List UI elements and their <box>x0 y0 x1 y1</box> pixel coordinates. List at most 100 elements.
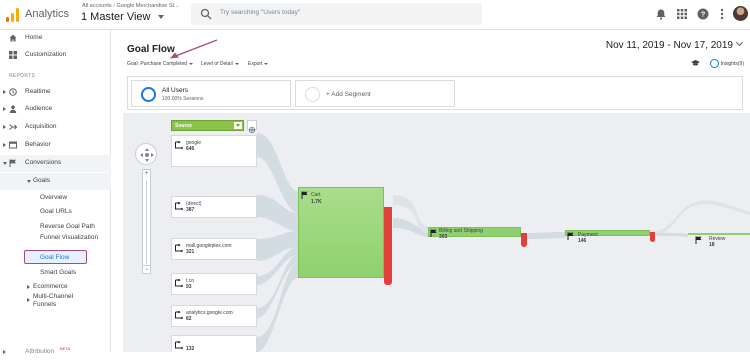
sidebar-item-behavior[interactable]: Behavior <box>0 137 111 154</box>
sidebar-item-smart-goals[interactable]: Smart Goals <box>0 266 111 280</box>
level-of-detail-menu[interactable]: Level of Detail <box>201 61 239 67</box>
sidebar-item-label: Realtime <box>25 88 51 95</box>
insights-button[interactable]: Insights(9) <box>709 59 744 68</box>
pan-arrows-icon <box>140 148 154 162</box>
settings-gear-button[interactable] <box>247 120 257 134</box>
gear-icon <box>248 126 256 134</box>
behavior-icon <box>9 141 17 149</box>
person-icon <box>9 105 17 113</box>
zoom-track <box>146 180 147 264</box>
more-vert-icon[interactable] <box>716 8 728 20</box>
graduation-cap-icon[interactable] <box>691 60 700 66</box>
goal-item-label: Smart Goals <box>40 269 77 276</box>
sidebar-item-audience[interactable]: Audience <box>0 101 111 118</box>
source-value: 646 <box>186 146 195 152</box>
sidebar-item-conversions[interactable]: Conversions <box>0 155 111 172</box>
segment-panel: All Users 100.00% Sessions + Add Segment <box>127 76 743 110</box>
search-icon <box>200 8 212 20</box>
segment-sessions: 100.00% Sessions <box>162 96 204 102</box>
zoom-slider[interactable]: + − <box>142 169 151 274</box>
flag-icon <box>9 159 16 167</box>
account-breadcrumb[interactable]: All accounts › Google Merchandise St... <box>82 3 179 9</box>
source-value: 93 <box>186 284 192 290</box>
source-node-google[interactable]: google 646 <box>171 135 257 167</box>
date-range-text: Nov 11, 2019 - Nov 17, 2019 <box>605 40 733 51</box>
sidebar-item-goal-flow[interactable]: Goal Flow <box>0 250 111 265</box>
source-arrow-icon <box>175 341 183 349</box>
source-arrow-icon <box>175 141 183 149</box>
home-icon <box>9 34 17 42</box>
chevron-down-icon <box>735 38 744 47</box>
source-node-analytics-google[interactable]: analytics.google.com 82 <box>171 305 257 327</box>
empty-segment-circle-icon <box>305 87 320 102</box>
sidebar-item-overview[interactable]: Overview <box>0 191 111 205</box>
source-arrow-icon <box>175 202 183 210</box>
source-value: 132 <box>186 346 195 352</box>
sidebar-item-realtime[interactable]: Realtime <box>0 84 111 101</box>
source-node-tco[interactable]: t.co 93 <box>171 273 257 295</box>
sidebar-item-multi-channel-funnels[interactable]: Multi-Channel Funnels <box>0 292 111 312</box>
top-bar: Analytics All accounts › Google Merchand… <box>0 0 750 30</box>
sidebar-item-label: Acquisition <box>25 123 57 130</box>
dropoff-bar-billing[interactable] <box>521 233 527 247</box>
acquisition-icon <box>9 124 17 130</box>
stage-label: Cart <box>311 192 321 198</box>
view-name: 1 Master View <box>81 11 151 23</box>
sidebar-item-home[interactable]: Home <box>0 30 111 47</box>
sidebar-item-goals[interactable]: Goals <box>0 173 111 190</box>
main-content: Goal Flow Nov 11, 2019 - Nov 17, 2019 Go… <box>111 30 750 352</box>
source-value: 82 <box>186 316 192 322</box>
add-segment-button[interactable]: + Add Segment <box>295 80 455 107</box>
search-bar[interactable]: Try searching "Users today" <box>191 3 482 25</box>
sidebar-item-acquisition[interactable]: Acquisition <box>0 119 111 136</box>
goal-item-label: Goal URLs <box>40 208 72 215</box>
source-node-direct[interactable]: (direct) 387 <box>171 196 257 218</box>
segment-circle-icon <box>141 87 156 102</box>
flag-icon <box>695 236 702 244</box>
goal-selector[interactable]: Goal: Purchase Completed <box>127 61 193 67</box>
sidebar-item-goal-urls[interactable]: Goal URLs <box>0 205 111 219</box>
source-value: 321 <box>186 249 195 255</box>
svg-text:?: ? <box>701 10 706 19</box>
beta-badge: BETA <box>60 346 71 351</box>
dropoff-bar-cart[interactable] <box>384 207 392 285</box>
pan-control[interactable] <box>135 143 157 165</box>
collapse-triangle-icon <box>27 180 31 183</box>
zoom-in-button[interactable]: + <box>143 170 150 178</box>
sidebar-item-label: Customization <box>25 51 67 58</box>
flag-icon <box>567 232 574 240</box>
avatar[interactable] <box>733 6 748 21</box>
sidebar-item-funnel-visualization[interactable]: Funnel Visualization <box>0 233 111 250</box>
expand-triangle-icon <box>27 298 30 302</box>
stage-value: 303 <box>439 234 448 240</box>
analytics-logo-icon[interactable] <box>6 8 20 22</box>
report-toolbar: Goal: Purchase Completed Level of Detail… <box>127 60 743 70</box>
stage-value: 1.7K <box>311 199 322 205</box>
help-icon[interactable]: ? <box>697 8 709 20</box>
goal-item-label: Funnel Visualization <box>40 234 99 241</box>
search-placeholder: Try searching "Users today" <box>220 9 301 16</box>
view-selector[interactable]: 1 Master View <box>81 11 164 23</box>
expand-triangle-icon <box>3 125 6 129</box>
export-menu[interactable]: Export <box>248 61 268 67</box>
goal-item-label: Goal Flow <box>40 254 70 261</box>
dropoff-bar-payment[interactable] <box>650 232 655 242</box>
date-range-picker[interactable]: Nov 11, 2019 - Nov 17, 2019 <box>605 38 744 51</box>
app-name[interactable]: Analytics <box>25 8 69 20</box>
sidebar-item-attribution[interactable]: Attribution BETA <box>0 344 111 361</box>
grid-icon <box>9 51 17 59</box>
stage-value: 18 <box>709 242 715 248</box>
source-node-mall-googleplex[interactable]: mall.googleplex.com 321 <box>171 238 257 260</box>
page-title: Goal Flow <box>127 44 175 55</box>
source-arrow-icon <box>175 279 183 287</box>
bell-icon[interactable] <box>655 8 667 20</box>
sidebar-item-reverse-goal-path[interactable]: Reverse Goal Path <box>0 220 111 234</box>
stage-node-review[interactable] <box>688 233 750 235</box>
dimension-selector[interactable]: Source <box>171 120 244 131</box>
segment-all-users[interactable]: All Users 100.00% Sessions <box>131 80 291 107</box>
sidebar-item-customization[interactable]: Customization <box>0 47 111 64</box>
apps-grid-icon[interactable] <box>676 8 688 20</box>
source-node-other[interactable]: 132 <box>171 335 257 352</box>
zoom-out-button[interactable]: − <box>143 265 150 273</box>
goal-flow-chart: + − Source google 646 (direct) 387 mall.… <box>123 113 750 352</box>
